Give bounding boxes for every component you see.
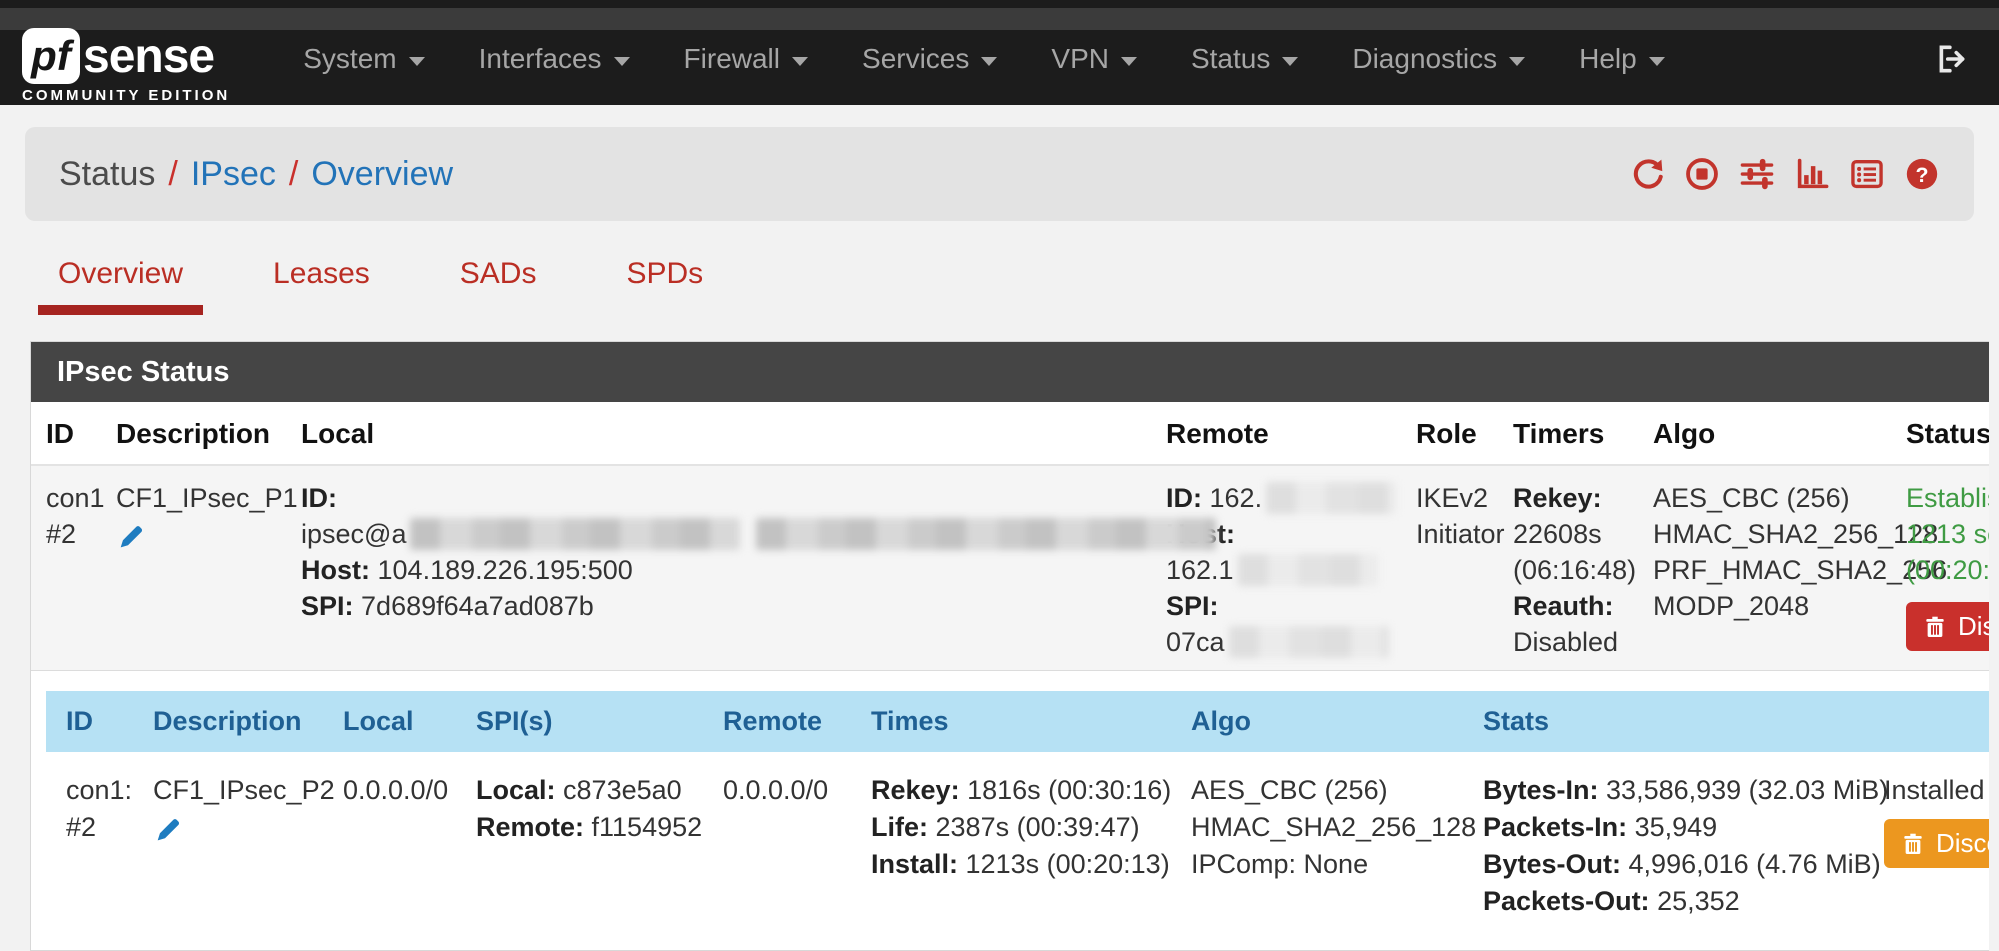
p1-table: ID Description Local Remote Role Timers … <box>31 402 1989 671</box>
page-tabs: Overview Leases SADs SPDs <box>0 221 1999 315</box>
nav-menus: System Interfaces Firewall Services VPN … <box>276 28 1691 90</box>
chart-icon[interactable] <box>1794 156 1830 192</box>
p1-col-local: Local <box>286 402 1151 465</box>
p2-table: ID Description Local SPI(s) Remote Times… <box>46 691 1989 920</box>
p2-description-cell: CF1_IPsec_P2 <box>133 752 323 920</box>
breadcrumb: Status / IPsec / Overview <box>59 155 453 194</box>
status-established: Established <box>1906 480 1989 516</box>
caret-down-icon <box>1282 57 1298 66</box>
tab-sads[interactable]: SADs <box>440 257 557 315</box>
p2-remote-cell: 0.0.0.0/0 <box>703 752 851 920</box>
redacted-text <box>410 518 740 550</box>
disconnect-p2-button[interactable]: Disconnect <box>1884 819 1989 868</box>
p2-col-stats: Stats <box>1463 691 1864 752</box>
nav-menu-help[interactable]: Help <box>1552 28 1692 90</box>
p2-algo-cell: AES_CBC (256) HMAC_SHA2_256_128 IPComp: … <box>1171 752 1463 920</box>
list-icon[interactable] <box>1849 156 1885 192</box>
caret-down-icon <box>792 57 808 66</box>
trash-icon <box>1922 614 1948 640</box>
breadcrumb-separator: / <box>168 155 177 194</box>
p2-times-cell: Rekey: 1816s (00:30:16) Life: 2387s (00:… <box>851 752 1171 920</box>
nav-menu-firewall[interactable]: Firewall <box>657 28 835 90</box>
edit-pencil-icon[interactable] <box>153 815 183 855</box>
p2-col-spis: SPI(s) <box>456 691 703 752</box>
p2-spis-cell: Local: c873e5a0 Remote: f1154952 <box>456 752 703 920</box>
p2-col-id: ID <box>46 691 133 752</box>
redacted-text <box>1238 554 1378 586</box>
p1-description-cell: CF1_IPsec_P1 <box>101 465 286 671</box>
p1-role-cell: IKEv2 Initiator <box>1401 465 1498 671</box>
pfsense-logo-pf: pf <box>22 28 80 84</box>
disconnect-p1-button[interactable]: Disconnect <box>1906 602 1989 651</box>
p1-col-remote: Remote <box>1151 402 1401 465</box>
redacted-text <box>756 518 1216 550</box>
p1-col-algo: Algo <box>1638 402 1891 465</box>
p2-id-cell: con1: #2 <box>46 752 133 920</box>
caret-down-icon <box>1509 57 1525 66</box>
nav-menu-services[interactable]: Services <box>835 28 1024 90</box>
p2-table-wrap: ID Description Local SPI(s) Remote Times… <box>31 671 1989 950</box>
p1-header-row: ID Description Local Remote Role Timers … <box>31 402 1989 465</box>
nav-menu-interfaces[interactable]: Interfaces <box>452 28 657 90</box>
pfsense-logo-sense: sense <box>83 29 214 84</box>
p1-algo-cell: AES_CBC (256) HMAC_SHA2_256_128 PRF_HMAC… <box>1638 465 1891 671</box>
p1-id-cell: con1 #2 <box>31 465 101 671</box>
breadcrumb-toolbar: ? <box>1629 156 1940 192</box>
p1-status-cell: Established 1213 seconds (00:20:13) Disc… <box>1891 465 1989 671</box>
breadcrumb-link-ipsec[interactable]: IPsec <box>191 155 276 194</box>
p2-local-cell: 0.0.0.0/0 <box>323 752 456 920</box>
breadcrumb-bar: Status / IPsec / Overview ? <box>25 127 1974 221</box>
p1-timers-cell: Rekey: 22608s (06:16:48) Reauth: Disable… <box>1498 465 1638 671</box>
breadcrumb-separator: / <box>289 155 298 194</box>
redacted-text <box>1229 626 1389 658</box>
pfsense-logo-tagline: COMMUNITY EDITION <box>22 87 230 104</box>
p2-col-algo: Algo <box>1171 691 1463 752</box>
tab-overview[interactable]: Overview <box>38 257 203 315</box>
top-navbar: pf sense COMMUNITY EDITION System Interf… <box>0 0 1999 105</box>
svg-text:?: ? <box>1915 163 1928 187</box>
help-icon[interactable]: ? <box>1904 156 1940 192</box>
p2-col-status <box>1864 691 1989 752</box>
pfsense-logo[interactable]: pf sense COMMUNITY EDITION <box>22 28 230 104</box>
p2-header-row: ID Description Local SPI(s) Remote Times… <box>46 691 1989 752</box>
p1-col-timers: Timers <box>1498 402 1638 465</box>
nav-menu-system[interactable]: System <box>276 28 451 90</box>
panel-title: IPsec Status <box>31 342 1989 402</box>
breadcrumb-page-overview[interactable]: Overview <box>311 155 453 194</box>
p1-col-description: Description <box>101 402 286 465</box>
p2-col-times: Times <box>851 691 1171 752</box>
p1-remote-cell: ID: 162. Host: 162.1 SPI: 07ca <box>1151 465 1401 671</box>
p2-col-description: Description <box>133 691 323 752</box>
p2-col-remote: Remote <box>703 691 851 752</box>
trash-icon <box>1900 831 1926 857</box>
p1-row: con1 #2 CF1_IPsec_P1 ID: ipsec@a Host: 1… <box>31 465 1989 671</box>
p2-col-local: Local <box>323 691 456 752</box>
p1-col-status: Status <box>1891 402 1989 465</box>
nav-menu-diagnostics[interactable]: Diagnostics <box>1325 28 1552 90</box>
nav-menu-vpn[interactable]: VPN <box>1024 28 1164 90</box>
edit-pencil-icon[interactable] <box>116 522 146 561</box>
p1-col-id: ID <box>31 402 101 465</box>
sliders-icon[interactable] <box>1739 156 1775 192</box>
caret-down-icon <box>614 57 630 66</box>
tab-spds[interactable]: SPDs <box>606 257 723 315</box>
caret-down-icon <box>409 57 425 66</box>
breadcrumb-section: Status <box>59 155 155 194</box>
tab-leases[interactable]: Leases <box>253 257 390 315</box>
caret-down-icon <box>1121 57 1137 66</box>
p2-stats-cell: Bytes-In: 33,586,939 (32.03 MiB) Packets… <box>1463 752 1864 920</box>
p1-local-cell: ID: ipsec@a Host: 104.189.226.195:500 SP… <box>286 465 1151 671</box>
redacted-text <box>1266 482 1396 514</box>
stop-icon[interactable] <box>1684 156 1720 192</box>
refresh-icon[interactable] <box>1629 156 1665 192</box>
ipsec-status-panel: IPsec Status ID Description Local Remote… <box>30 341 1989 951</box>
sign-out-icon[interactable] <box>1935 28 1969 90</box>
p1-col-role: Role <box>1401 402 1498 465</box>
caret-down-icon <box>1649 57 1665 66</box>
nav-menu-status[interactable]: Status <box>1164 28 1325 90</box>
status-installed: Installed <box>1884 772 1989 809</box>
p2-row: con1: #2 CF1_IPsec_P2 0.0.0.0/0 Local: c… <box>46 752 1989 920</box>
caret-down-icon <box>981 57 997 66</box>
